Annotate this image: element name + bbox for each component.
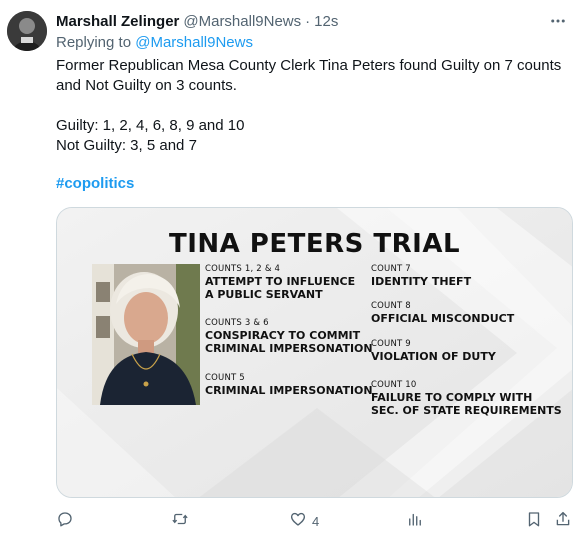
views-button[interactable] [406, 511, 429, 531]
tweet-text-guilty: Guilty: 1, 2, 4, 6, 8, 9 and 10 [56, 117, 245, 134]
count-label: COUNT 8 [371, 301, 411, 311]
share-icon [554, 510, 572, 533]
retweet-icon [171, 510, 189, 533]
timestamp[interactable]: 12s [314, 13, 338, 30]
count-title: SEC. OF STATE REQUIREMENTS [371, 404, 562, 417]
count-item: COUNT 7 IDENTITY THEFT [371, 264, 471, 288]
replying-to: Replying to @Marshall9News [56, 34, 253, 51]
defendant-photo [92, 264, 200, 405]
count-item: COUNT 5 CRIMINAL IMPERSONATION [205, 373, 373, 397]
count-item: COUNT 10 FAILURE TO COMPLY WITH SEC. OF … [371, 380, 562, 417]
more-icon[interactable] [547, 10, 569, 32]
replying-to-label: Replying to [56, 34, 132, 51]
count-label: COUNT 9 [371, 339, 411, 349]
reply-icon [56, 510, 74, 533]
count-title: FAILURE TO COMPLY WITH [371, 391, 533, 404]
tweet-header: Marshall Zelinger @Marshall9News · 12s [56, 11, 338, 31]
count-title: CRIMINAL IMPERSONATION [205, 384, 373, 397]
count-label: COUNT 10 [371, 380, 417, 390]
count-title: OFFICIAL MISCONDUCT [371, 312, 515, 325]
count-label: COUNT 7 [371, 264, 411, 274]
count-label: COUNTS 1, 2 & 4 [205, 264, 281, 274]
tweet-text-not-guilty: Not Guilty: 3, 5 and 7 [56, 137, 197, 154]
views-icon [406, 510, 424, 533]
avatar[interactable] [7, 11, 47, 51]
count-label: COUNT 5 [205, 373, 245, 383]
share-button[interactable] [554, 511, 572, 531]
author-handle[interactable]: @Marshall9News [183, 13, 301, 30]
retweet-button[interactable] [171, 511, 194, 531]
count-title: IDENTITY THEFT [371, 275, 472, 288]
count-title: ATTEMPT TO INFLUENCE [205, 275, 356, 288]
hashtag-link[interactable]: #copolitics [56, 175, 134, 192]
count-title: VIOLATION OF DUTY [371, 350, 496, 363]
like-button[interactable]: 4 [289, 511, 319, 531]
media-image[interactable]: TINA PETERS TRIAL COUNTS 1, 2 & 4 ATTEMP… [56, 207, 573, 498]
tweet[interactable]: Marshall Zelinger @Marshall9News · 12s R… [0, 0, 581, 535]
count-title: A PUBLIC SERVANT [205, 288, 323, 301]
reply-button[interactable] [56, 511, 79, 531]
tweet-text: Former Republican Mesa County Clerk Tina… [56, 56, 574, 156]
count-title: CRIMINAL IMPERSONATION [205, 342, 373, 355]
separator-dot: · [305, 12, 311, 30]
count-label: COUNTS 3 & 6 [205, 318, 269, 328]
replying-to-handle[interactable]: @Marshall9News [135, 34, 253, 51]
like-count: 4 [312, 513, 320, 529]
bookmark-icon [525, 510, 543, 533]
count-item: COUNTS 3 & 6 CONSPIRACY TO COMMIT CRIMIN… [205, 318, 373, 355]
count-item: COUNT 8 OFFICIAL MISCONDUCT [371, 301, 514, 325]
bookmark-button[interactable] [525, 511, 543, 531]
tweet-text-line: Former Republican Mesa County Clerk Tina… [56, 57, 562, 94]
count-item: COUNT 9 VIOLATION OF DUTY [371, 339, 496, 363]
count-item: COUNTS 1, 2 & 4 ATTEMPT TO INFLUENCE A P… [205, 264, 355, 301]
action-bar: 4 [56, 511, 573, 531]
author-name[interactable]: Marshall Zelinger [56, 13, 179, 30]
count-title: CONSPIRACY TO COMMIT [205, 329, 361, 342]
graphic-title: TINA PETERS TRIAL [168, 229, 461, 259]
heart-icon [289, 510, 307, 533]
